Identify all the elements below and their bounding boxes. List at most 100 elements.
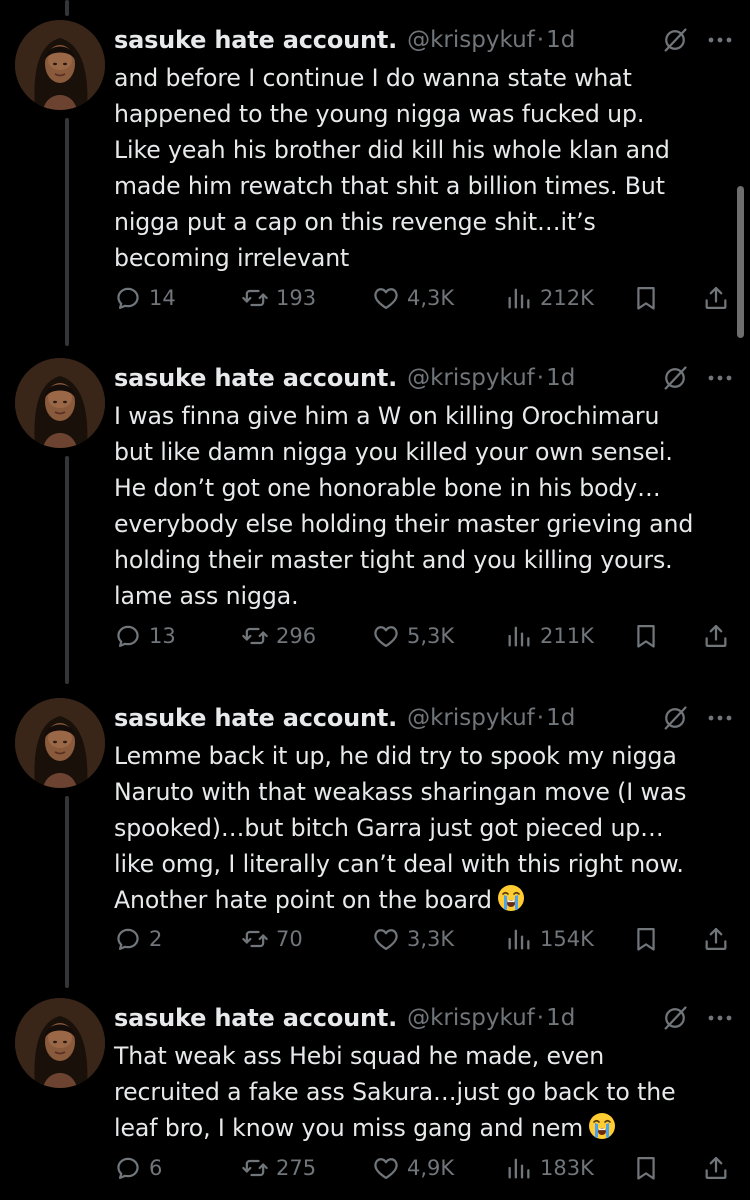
tweet-text-line: like omg, I literally can’t deal with th… (114, 850, 684, 878)
bookmark-icon (632, 925, 660, 953)
reply-count: 6 (149, 1156, 163, 1180)
share-button[interactable] (702, 1153, 730, 1183)
repost-icon (241, 925, 269, 953)
reply-button[interactable]: 6 (114, 1153, 162, 1183)
tweet-text-line: lame ass nigga. (114, 582, 299, 610)
action-bar: 13 296 5,3K 211K (114, 621, 744, 651)
grok-icon[interactable] (661, 364, 689, 392)
separator-dot: · (536, 1005, 545, 1031)
grok-icon[interactable] (661, 704, 689, 732)
tweet-header: sasuke hate account. @krispykuf · 1d (114, 20, 734, 60)
timestamp[interactable]: 1d (546, 705, 575, 731)
user-handle[interactable]: @krispykuf (407, 365, 535, 391)
display-name[interactable]: sasuke hate account. (114, 26, 397, 54)
like-button[interactable]: 5,3K (372, 621, 454, 651)
views-button[interactable]: 154K (505, 924, 594, 954)
avatar[interactable] (15, 358, 105, 448)
tweet-text: That weak ass Hebi squad he made, even r… (114, 1038, 744, 1146)
grok-icon[interactable] (661, 1004, 689, 1032)
repost-count: 70 (276, 927, 303, 951)
action-bar: 2 70 3,3K 154K (114, 924, 744, 954)
reply-count: 13 (149, 624, 176, 648)
views-icon (505, 925, 533, 953)
repost-button[interactable]: 193 (241, 283, 316, 313)
grok-icon[interactable] (661, 26, 689, 54)
thread-line (65, 796, 69, 988)
share-icon (702, 284, 730, 312)
repost-icon (241, 284, 269, 312)
views-icon (505, 284, 533, 312)
separator-dot: · (536, 365, 545, 391)
tweet-text-line: That weak ass Hebi squad he made, even (114, 1042, 605, 1070)
views-button[interactable]: 211K (505, 621, 594, 651)
thread-line (65, 456, 69, 684)
avatar[interactable] (15, 998, 105, 1088)
reply-button[interactable]: 13 (114, 621, 176, 651)
user-handle[interactable]: @krispykuf (407, 705, 535, 731)
more-icon[interactable] (705, 708, 735, 728)
tweet-text-line: He don’t got one honorable bone in his b… (114, 474, 661, 502)
tweet-header: sasuke hate account. @krispykuf · 1d (114, 698, 734, 738)
separator-dot: · (536, 27, 545, 53)
bookmark-icon (632, 622, 660, 650)
share-icon (702, 622, 730, 650)
action-bar: 6 275 4,9K 183K (114, 1153, 744, 1183)
tweet-text: Lemme back it up, he did try to spook my… (114, 738, 744, 918)
heart-icon (372, 622, 400, 650)
timestamp[interactable]: 1d (546, 1005, 575, 1031)
thread-line (65, 118, 69, 346)
repost-button[interactable]: 70 (241, 924, 303, 954)
tweet-header: sasuke hate account. @krispykuf · 1d (114, 358, 734, 398)
repost-count: 275 (276, 1156, 317, 1180)
bookmark-button[interactable] (632, 621, 660, 651)
repost-icon (241, 1154, 269, 1182)
display-name[interactable]: sasuke hate account. (114, 704, 397, 732)
share-button[interactable] (702, 283, 730, 313)
display-name[interactable]: sasuke hate account. (114, 364, 397, 392)
loudly-crying-face-emoji (587, 1111, 617, 1141)
bookmark-button[interactable] (632, 924, 660, 954)
user-handle[interactable]: @krispykuf (407, 27, 535, 53)
user-handle[interactable]: @krispykuf (407, 1005, 535, 1031)
scrollbar[interactable] (737, 186, 744, 338)
tweet-text-line: Like yeah his brother did kill his whole… (114, 136, 670, 164)
view-count: 211K (540, 624, 594, 648)
like-count: 4,9K (407, 1156, 455, 1180)
tweet-text-line: Lemme back it up, he did try to spook my… (114, 742, 677, 770)
share-button[interactable] (702, 924, 730, 954)
like-button[interactable]: 4,9K (372, 1153, 454, 1183)
display-name[interactable]: sasuke hate account. (114, 1004, 397, 1032)
avatar[interactable] (15, 20, 105, 110)
reply-icon (114, 925, 142, 953)
reply-icon (114, 284, 142, 312)
reply-icon (114, 1154, 142, 1182)
like-button[interactable]: 3,3K (372, 924, 454, 954)
avatar[interactable] (15, 698, 105, 788)
like-count: 4,3K (407, 286, 455, 310)
more-icon[interactable] (705, 30, 735, 50)
tweet-header: sasuke hate account. @krispykuf · 1d (114, 998, 734, 1038)
more-icon[interactable] (705, 368, 735, 388)
more-icon[interactable] (705, 1008, 735, 1028)
timestamp[interactable]: 1d (546, 365, 575, 391)
tweet-text-line: Another hate point on the board (114, 882, 744, 918)
reply-button[interactable]: 2 (114, 924, 162, 954)
tweet-text-line: Naruto with that weakass sharingan move … (114, 778, 687, 806)
like-count: 3,3K (407, 927, 455, 951)
reply-count: 14 (149, 286, 176, 310)
views-button[interactable]: 183K (505, 1153, 594, 1183)
view-count: 154K (540, 927, 594, 951)
view-count: 183K (540, 1156, 594, 1180)
heart-icon (372, 925, 400, 953)
repost-button[interactable]: 275 (241, 1153, 316, 1183)
repost-button[interactable]: 296 (241, 621, 316, 651)
reply-button[interactable]: 14 (114, 283, 176, 313)
bookmark-button[interactable] (632, 283, 660, 313)
view-count: 212K (540, 286, 594, 310)
views-button[interactable]: 212K (505, 283, 594, 313)
views-icon (505, 1154, 533, 1182)
like-button[interactable]: 4,3K (372, 283, 454, 313)
share-button[interactable] (702, 621, 730, 651)
timestamp[interactable]: 1d (546, 27, 575, 53)
bookmark-button[interactable] (632, 1153, 660, 1183)
